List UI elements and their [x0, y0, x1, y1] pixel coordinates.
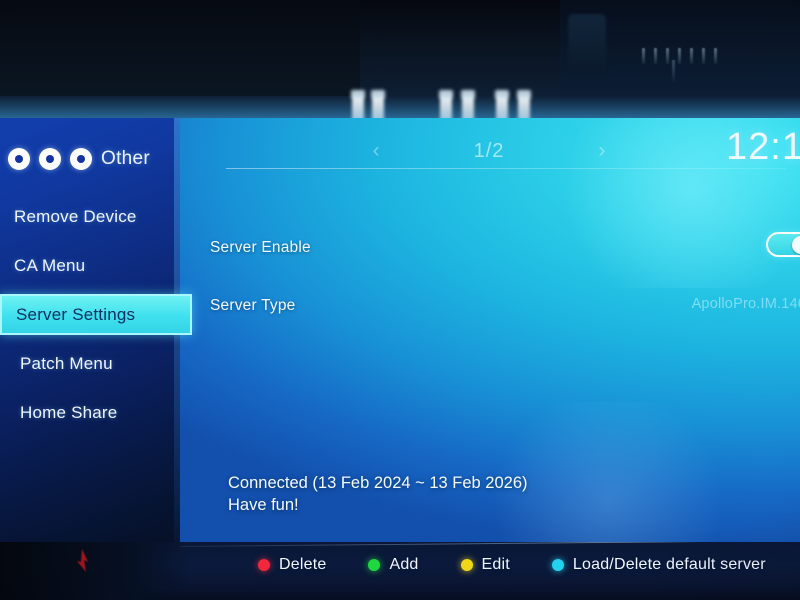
- action-label: Edit: [481, 556, 510, 573]
- cyan-button-icon: [551, 559, 564, 571]
- toggle-knob: [792, 235, 800, 254]
- footer-actions: Delete Add Edit Load/Delete default serv…: [258, 556, 766, 574]
- sidebar-title: Other: [101, 148, 151, 169]
- three-dots-icon: [8, 148, 30, 170]
- setting-label: Server Type: [210, 297, 296, 314]
- page-indicator: 1/2: [473, 139, 505, 162]
- panel-bloom-bottom: [478, 402, 738, 542]
- status-line-connected: Connected (13 Feb 2024 ~ 13 Feb 2026): [228, 474, 528, 493]
- footer-divider: [179, 542, 800, 547]
- sidebar-item-label: Home Share: [20, 402, 118, 422]
- sidebar-item-label: CA Menu: [14, 255, 86, 275]
- yellow-button-icon: [460, 559, 473, 571]
- action-label: Load/Delete default server: [572, 556, 766, 573]
- sidebar-item-ca-menu[interactable]: CA Menu: [0, 245, 180, 286]
- sidebar-item-label: Remove Device: [14, 206, 137, 226]
- footer-dark-corner: [0, 542, 190, 600]
- chevron-left-icon[interactable]: ‹: [373, 139, 380, 163]
- setting-row-server-enable[interactable]: Server Enable: [210, 230, 800, 266]
- connection-status: Connected (13 Feb 2024 ~ 13 Feb 2026) Ha…: [228, 474, 788, 514]
- server-enable-toggle[interactable]: [766, 232, 800, 257]
- sidebar-item-server-settings[interactable]: Server Settings: [0, 294, 192, 335]
- red-button-icon: [258, 559, 270, 571]
- tv-photo: Other Remove Device CA Menu Server Setti…: [0, 0, 800, 600]
- sidebar-header: Other: [8, 148, 150, 170]
- action-edit[interactable]: Edit: [460, 556, 510, 574]
- reflection-chandelier: [638, 28, 734, 82]
- chevron-right-icon[interactable]: ›: [598, 139, 605, 163]
- sidebar-item-home-share[interactable]: Home Share: [0, 392, 180, 433]
- sidebar-item-remove-device[interactable]: Remove Device: [0, 196, 180, 237]
- sidebar: Other Remove Device CA Menu Server Setti…: [0, 118, 192, 542]
- status-line-message: Have fun!: [228, 495, 299, 514]
- panel-divider: [226, 168, 786, 169]
- pagination: ‹ 1/2 ›: [178, 136, 800, 166]
- action-add[interactable]: Add: [368, 556, 418, 574]
- reflection-lamp: [568, 14, 606, 74]
- action-label: Delete: [279, 556, 327, 573]
- action-delete[interactable]: Delete: [258, 556, 326, 574]
- reflection-wall-left: [0, 0, 360, 96]
- server-type-value: ApolloPro.IM.146: [691, 296, 800, 312]
- sidebar-item-label: Patch Menu: [20, 353, 113, 373]
- sidebar-item-label: Server Settings: [16, 304, 136, 324]
- brand-logo-icon: [77, 549, 88, 572]
- three-dots-icon: [70, 148, 92, 170]
- action-label: Add: [389, 556, 419, 573]
- sidebar-item-patch-menu[interactable]: Patch Menu: [0, 343, 180, 384]
- action-load-delete-default-server[interactable]: Load/Delete default server: [551, 556, 766, 574]
- setting-label: Server Enable: [210, 239, 311, 256]
- footer-action-bar: Delete Add Edit Load/Delete default serv…: [0, 542, 800, 600]
- tv-screen: Other Remove Device CA Menu Server Setti…: [0, 118, 800, 542]
- settings-rows: Server Enable Server Type ApolloPro.IM.1…: [210, 230, 800, 324]
- setting-row-server-type[interactable]: Server Type ApolloPro.IM.146: [210, 288, 800, 324]
- three-dots-icon: [39, 148, 61, 170]
- tv-top-bezel-reflection: [0, 0, 800, 122]
- green-button-icon: [368, 559, 381, 571]
- sidebar-nav: Remove Device CA Menu Server Settings Pa…: [0, 196, 192, 441]
